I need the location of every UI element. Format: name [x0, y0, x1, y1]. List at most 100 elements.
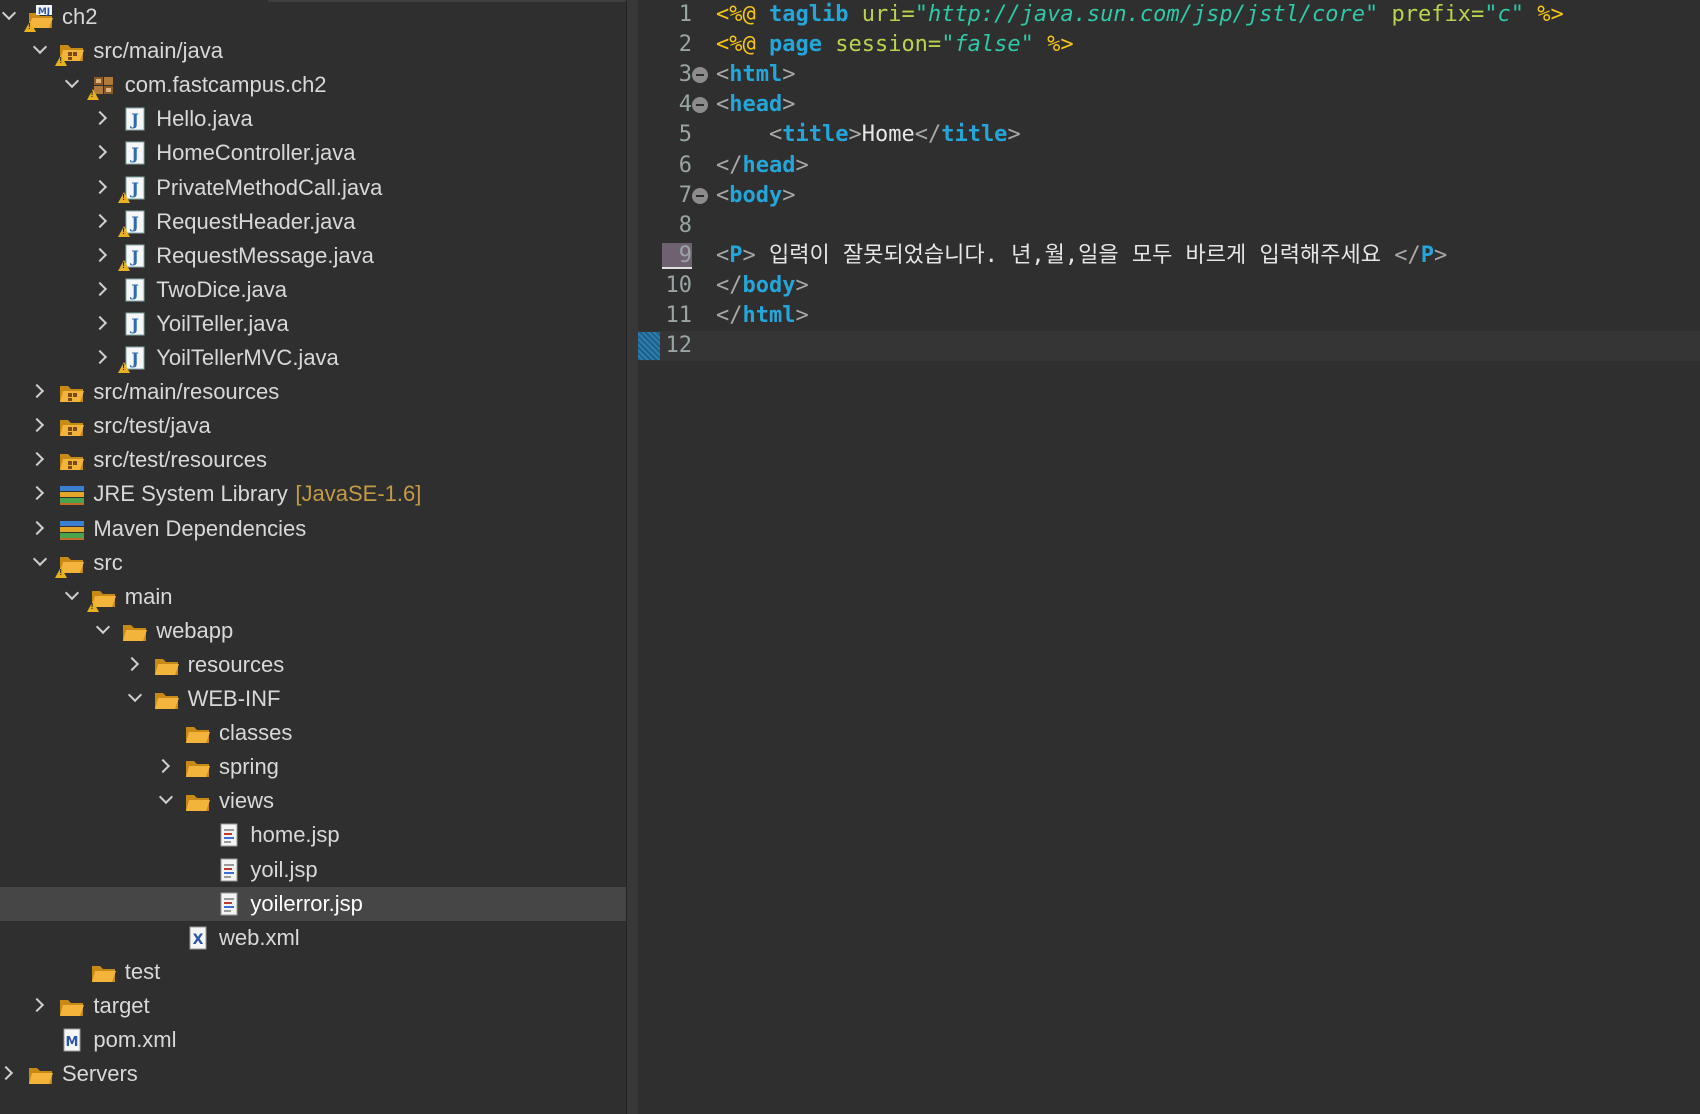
chevron-down-icon[interactable] — [63, 580, 83, 614]
code-line[interactable]: 11 </html> — [638, 301, 1700, 331]
java-file-icon: J — [118, 346, 148, 373]
code-line[interactable]: 6 </head> — [638, 151, 1700, 181]
tree-item-web-inf[interactable]: WEB-INF — [0, 682, 626, 716]
tree-item-jre-system-library[interactable]: JRE System Library [JavaSE-1.6] — [0, 477, 626, 511]
code-line[interactable]: 1 <%@ taglib uri="http://java.sun.com/jsp… — [638, 0, 1700, 30]
chevron-right-icon[interactable] — [94, 205, 114, 239]
tree-item-twodice-java[interactable]: J TwoDice.java — [0, 273, 626, 307]
tree-item-privatemethodcall-java[interactable]: J PrivateMethodCall.java — [0, 171, 626, 205]
chevron-down-icon[interactable] — [0, 0, 20, 34]
code-line[interactable]: 10 </body> — [638, 271, 1700, 301]
code-line[interactable]: 3 <html> — [638, 60, 1700, 90]
tree-item-requestmessage-java[interactable]: J RequestMessage.java — [0, 239, 626, 273]
code-line[interactable]: 2 <%@ page session="false" %> — [638, 30, 1700, 60]
warning-overlay-icon — [24, 21, 36, 32]
line-number: 5 — [678, 122, 692, 148]
code-line[interactable]: 5 <title>Home</title> — [638, 120, 1700, 150]
chevron-down-icon[interactable] — [63, 68, 83, 102]
tree-item-src-test-java[interactable]: src/test/java — [0, 409, 626, 443]
tree-item-label: test — [124, 958, 161, 984]
fold-toggle-icon[interactable] — [692, 187, 708, 204]
tree-item-resources[interactable]: resources — [0, 648, 626, 682]
tree-item-label: src — [93, 549, 123, 575]
tree-item-com-fastcampus-ch2[interactable]: com.fastcampus.ch2 — [0, 68, 626, 102]
tree-item-label: TwoDice.java — [156, 276, 288, 302]
chevron-down-icon[interactable] — [31, 34, 51, 68]
tree-item-main[interactable]: main — [0, 580, 626, 614]
chevron-down-icon[interactable] — [31, 546, 51, 580]
tree-item-target[interactable]: target — [0, 989, 626, 1023]
warning-overlay-icon — [55, 55, 68, 67]
chevron-right-icon[interactable] — [31, 409, 51, 443]
tree-item-webapp[interactable]: webapp — [0, 614, 626, 648]
code-line[interactable]: 4 <head> — [638, 90, 1700, 120]
tree-item-label: Maven Dependencies — [93, 515, 307, 541]
code-line[interactable]: 12 — [638, 331, 1700, 362]
code-line[interactable]: 9 <P> 입력이 잘못되었습니다. 년,월,일을 모두 바르게 입력해주세요 <… — [638, 241, 1700, 271]
code-token: html — [729, 62, 783, 88]
chevron-right-icon[interactable] — [31, 477, 51, 511]
tree-item-spring[interactable]: spring — [0, 750, 626, 784]
tree-item-yoiltellermvc-java[interactable]: J YoilTellerMVC.java — [0, 341, 626, 375]
tree-item-pom-xml[interactable]: Mpom.xml — [0, 1023, 626, 1057]
tree-item-label: web.xml — [219, 924, 300, 950]
tree-item-hello-java[interactable]: J Hello.java — [0, 102, 626, 136]
chevron-down-icon[interactable] — [94, 614, 114, 648]
chevron-right-icon[interactable] — [31, 989, 51, 1023]
tree-item-yoilteller-java[interactable]: J YoilTeller.java — [0, 307, 626, 341]
folder-open-icon — [86, 585, 117, 612]
chevron-right-icon[interactable] — [31, 512, 51, 546]
tree-item-test[interactable]: test — [0, 955, 626, 989]
chevron-down-icon[interactable] — [157, 784, 177, 818]
chevron-right-icon[interactable] — [94, 239, 114, 273]
java-file-icon: J — [122, 107, 148, 131]
tree-item-ch2[interactable]: MJ ch2 — [0, 0, 626, 34]
panel-splitter[interactable] — [626, 0, 638, 1114]
chevron-right-icon[interactable] — [94, 102, 114, 136]
chevron-down-icon[interactable] — [126, 682, 146, 716]
code-token: </ — [1394, 242, 1421, 268]
tree-item-maven-dependencies[interactable]: Maven Dependencies — [0, 512, 626, 546]
code-line[interactable]: 8 — [638, 211, 1700, 241]
tree-item-web-xml[interactable]: Xweb.xml — [0, 921, 626, 955]
tree-item-yoilerror-jsp[interactable]: yoilerror.jsp — [0, 886, 626, 921]
tree-item-yoil-jsp[interactable]: yoil.jsp — [0, 853, 626, 887]
code-line[interactable]: 7 <body> — [638, 181, 1700, 211]
line-number: 2 — [678, 32, 692, 58]
line-number: 10 — [665, 272, 693, 298]
code-token: P — [1420, 242, 1434, 268]
chevron-right-icon[interactable] — [31, 443, 51, 477]
chevron-right-icon[interactable] — [126, 648, 146, 682]
chevron-right-icon[interactable] — [31, 375, 51, 409]
tree-item-label: src/test/resources — [93, 447, 267, 473]
chevron-right-icon[interactable] — [94, 307, 114, 341]
code-editor[interactable]: 1 <%@ taglib uri="http://java.sun.com/jsp… — [638, 0, 1700, 1114]
tree-item-label: YoilTellerMVC.java — [156, 345, 339, 370]
tree-item-src-main-resources[interactable]: src/main/resources — [0, 375, 626, 409]
chevron-right-icon[interactable] — [157, 750, 177, 784]
chevron-right-icon[interactable] — [94, 136, 114, 170]
code-token: head — [742, 152, 796, 178]
tree-item-src-test-resources[interactable]: src/test/resources — [0, 443, 626, 477]
tree-item-src-main-java[interactable]: src/main/java — [0, 34, 626, 68]
chevron-right-icon[interactable] — [94, 171, 114, 205]
tree-item-decoration: [JavaSE-1.6] — [295, 481, 422, 507]
chevron-right-icon[interactable] — [0, 1057, 20, 1091]
code-token: > — [782, 92, 796, 118]
folder-open-icon — [185, 789, 211, 813]
tree-item-home-jsp[interactable]: home.jsp — [0, 818, 626, 852]
tree-item-servers[interactable]: Servers — [0, 1057, 626, 1091]
tree-item-requestheader-java[interactable]: J RequestHeader.java — [0, 205, 626, 239]
tree-item-label: yoilerror.jsp — [250, 890, 363, 916]
chevron-right-icon[interactable] — [94, 273, 114, 307]
chevron-right-icon[interactable] — [94, 341, 114, 375]
tree-item-views[interactable]: views — [0, 784, 626, 818]
project-explorer: MJch2 src/main/java com.fastcampus.ch2 J… — [0, 0, 626, 1114]
java-file-icon: J — [122, 278, 148, 302]
fold-toggle-icon[interactable] — [692, 67, 708, 84]
tree-item-src[interactable]: src — [0, 546, 626, 580]
svg-text:J: J — [129, 315, 139, 334]
fold-toggle-icon[interactable] — [692, 97, 708, 114]
tree-item-homecontroller-java[interactable]: J HomeController.java — [0, 136, 626, 170]
tree-item-classes[interactable]: classes — [0, 716, 626, 750]
